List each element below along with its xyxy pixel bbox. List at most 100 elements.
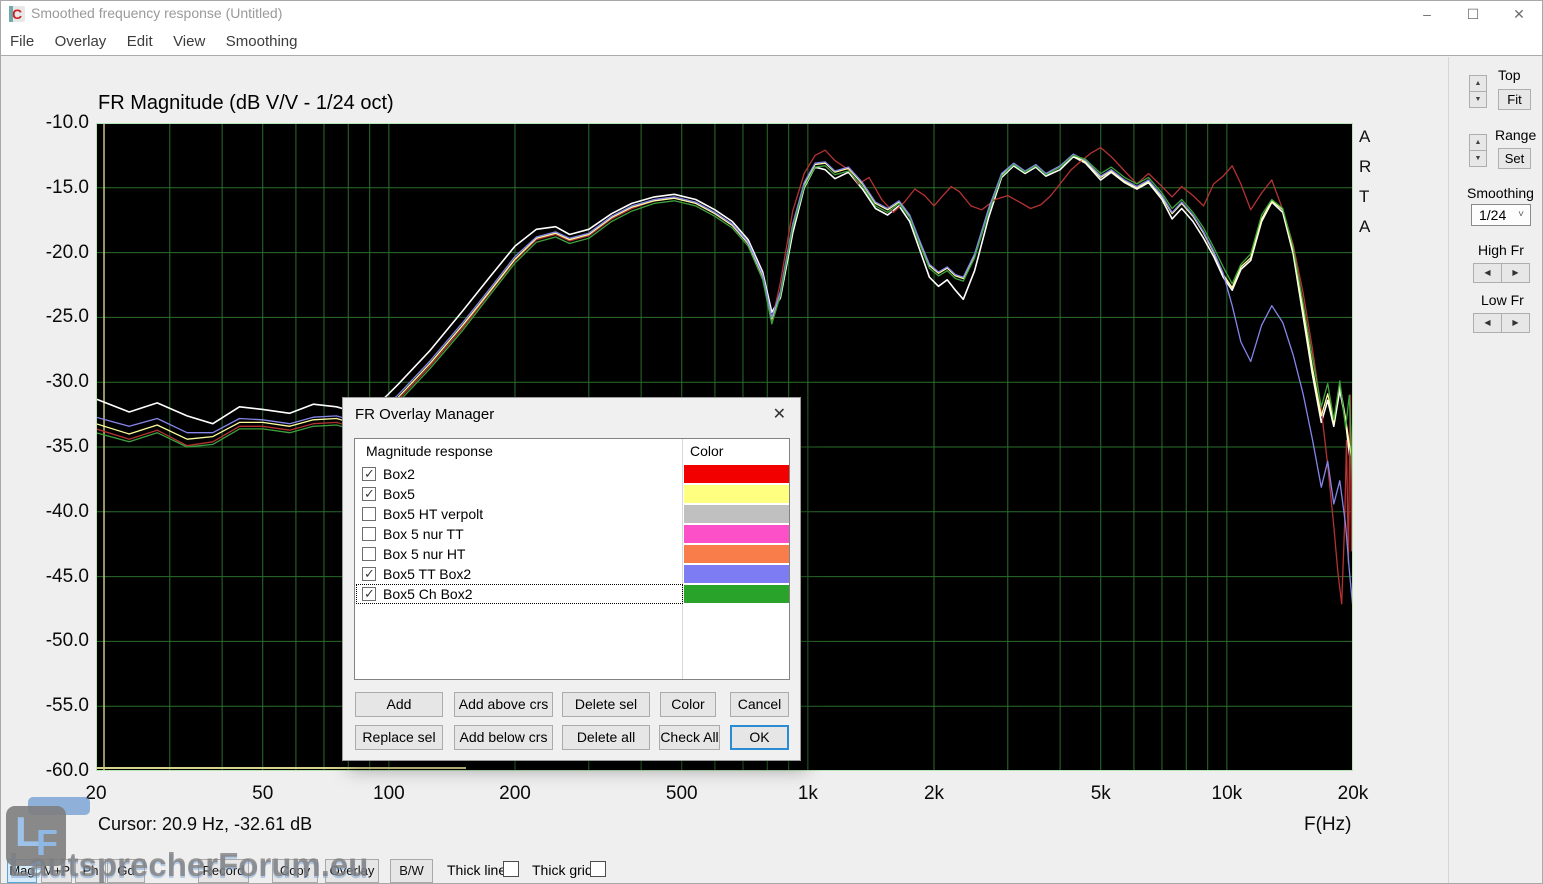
dialog-close-icon[interactable]: ✕ [773,404,786,424]
color-button[interactable]: Color [660,692,716,717]
x-tick-label: 10k [1192,783,1262,805]
range-spinner: ▲ ▼ [1469,134,1487,168]
color-swatch[interactable] [684,545,790,563]
color-swatch[interactable] [684,485,790,503]
overlay-row-label: Box5 TT Box2 [383,566,471,582]
gd-button[interactable]: Gd [107,859,145,883]
y-tick-label: -20.0 [31,242,89,264]
x-tick-label: 20k [1318,783,1388,805]
high-fr-left-button[interactable]: ◀ [1473,263,1502,283]
x-tick-label: 50 [228,783,298,805]
x-tick-label: 200 [480,783,550,805]
checkbox-checked-icon[interactable] [362,487,376,501]
color-swatch[interactable] [684,565,790,583]
checkbox-unchecked-icon[interactable] [362,547,376,561]
checkbox-unchecked-icon[interactable] [362,527,376,541]
add-above-crs-button[interactable]: Add above crs [454,692,553,717]
app-window: C Smoothed frequency response (Untitled)… [0,0,1543,884]
dialog-title: FR Overlay Manager [355,406,494,423]
low-fr-right-button[interactable]: ▶ [1501,313,1530,333]
high-fr-label: High Fr [1478,242,1524,258]
arta-letter: R [1359,157,1379,177]
add-button[interactable]: Add [355,692,443,717]
overlay-row-label: Box5 HT verpolt [383,506,483,522]
overlay-row[interactable]: Box5 TT Box2 [355,564,789,584]
x-tick-label: 100 [354,783,424,805]
chart-title: FR Magnitude (dB V/V - 1/24 oct) [98,92,394,115]
arta-letter: A [1359,217,1379,237]
bw-button[interactable]: B/W [390,859,433,883]
copy-button[interactable]: Copy [272,859,318,883]
y-tick-label: -55.0 [31,695,89,717]
top-up-button[interactable]: ▲ [1469,75,1487,92]
y-tick-label: -40.0 [31,501,89,523]
y-tick-label: -60.0 [31,760,89,782]
low-fr-buttons: ◀▶ [1473,312,1530,333]
high-fr-right-button[interactable]: ▶ [1501,263,1530,283]
overlay-button[interactable]: Overlay [325,859,379,883]
color-swatch[interactable] [684,505,790,523]
range-down-button[interactable]: ▼ [1469,150,1487,167]
x-tick-label: 2k [899,783,969,805]
menu-edit[interactable]: Edit [120,27,160,50]
top-down-button[interactable]: ▼ [1469,91,1487,108]
top-spinner: ▲ ▼ [1469,75,1487,109]
x-tick-label: 5k [1066,783,1136,805]
y-tick-label: -25.0 [31,306,89,328]
arta-letter: A [1359,127,1379,147]
title-bar: C Smoothed frequency response (Untitled)… [1,1,1542,27]
overlay-row-label: Box5 Ch Box2 [383,586,473,602]
delete-sel-button[interactable]: Delete sel [562,692,650,717]
ok-button[interactable]: OK [730,725,789,750]
color-swatch[interactable] [684,465,790,483]
cursor-readout: Cursor: 20.9 Hz, -32.61 dB [98,814,312,835]
checkbox-checked-icon[interactable] [362,567,376,581]
thick-line-checkbox[interactable] [503,861,519,877]
low-fr-label: Low Fr [1481,292,1524,308]
overlay-row[interactable]: Box2 [355,464,789,484]
menu-file[interactable]: File [3,27,41,50]
range-up-button[interactable]: ▲ [1469,134,1487,151]
delete-all-button[interactable]: Delete all [562,725,650,750]
smoothing-select[interactable]: 1/24 ˅ [1471,204,1531,226]
y-tick-label: -45.0 [31,566,89,588]
fit-button[interactable]: Fit [1498,89,1531,110]
add-below-crs-button[interactable]: Add below crs [454,725,553,750]
overlay-row[interactable]: Box5 [355,484,789,504]
arta-letter: T [1359,187,1379,207]
overlay-row-label: Box 5 nur HT [383,546,465,562]
thick-grid-checkbox[interactable] [590,861,606,877]
minimize-button[interactable]: – [1404,1,1450,27]
overlay-row[interactable]: Box5 Ch Box2 [355,584,789,604]
maximize-button[interactable]: ☐ [1450,1,1496,27]
overlay-row[interactable]: Box5 HT verpolt [355,504,789,524]
watermark-logo: L F [6,806,66,866]
overlay-list-header: Magnitude response Color [355,439,789,464]
x-tick-label: 1k [773,783,843,805]
check-all-button[interactable]: Check All [659,725,720,750]
x-axis-unit-label: F(Hz) [1304,814,1351,836]
checkbox-unchecked-icon[interactable] [362,507,376,521]
color-swatch[interactable] [684,525,790,543]
app-icon: C [9,6,25,22]
y-tick-label: -50.0 [31,630,89,652]
overlay-row[interactable]: Box 5 nur HT [355,544,789,564]
set-button[interactable]: Set [1498,148,1531,169]
replace-sel-button[interactable]: Replace sel [355,725,443,750]
low-fr-left-button[interactable]: ◀ [1473,313,1502,333]
phase-button[interactable]: Ph [75,859,106,883]
close-button[interactable]: ✕ [1496,1,1542,27]
watermark-logo-letter-f: F [36,822,58,864]
cancel-button[interactable]: Cancel [730,692,789,717]
menu-view[interactable]: View [166,27,212,50]
menu-overlay[interactable]: Overlay [48,27,114,50]
overlay-row-label: Box2 [383,466,415,482]
checkbox-checked-icon[interactable] [362,467,376,481]
record-button[interactable]: Record [198,859,249,883]
chevron-down-icon: ˅ [1518,209,1524,220]
overlay-list[interactable]: Magnitude response Color Box2 Box5 Box5 HT… [354,438,790,680]
overlay-row[interactable]: Box 5 nur TT [355,524,789,544]
menu-smoothing[interactable]: Smoothing [219,27,305,50]
menu-bar: File Overlay Edit View Smoothing [1,27,1542,56]
color-swatch[interactable] [684,585,790,603]
